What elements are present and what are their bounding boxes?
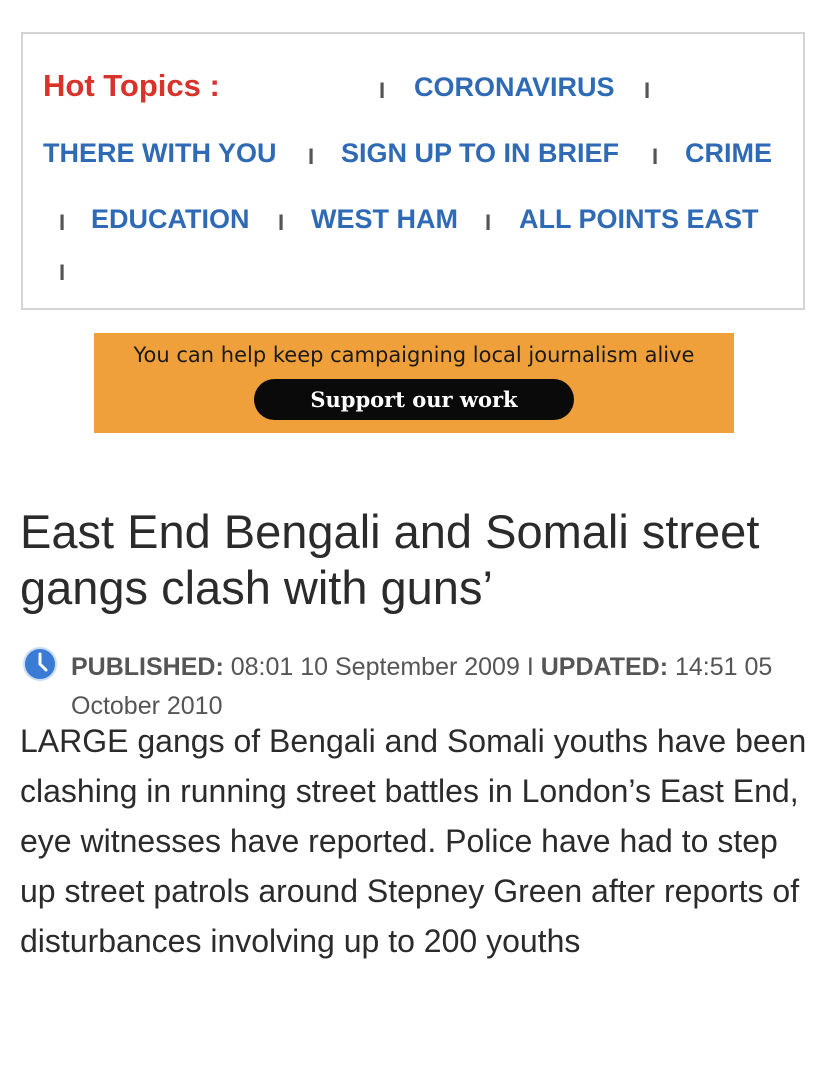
meta-separator: I [526,653,534,681]
topic-link-there-with-you[interactable]: THERE WITH YOU [43,138,277,169]
topic-link-crime[interactable]: CRIME [685,138,772,169]
topic-separator: I [379,78,386,103]
article-body: LARGE gangs of Bengali and Somali youths… [20,723,807,959]
article-headline: East End Bengali and Somali street gangs… [20,505,760,614]
topic-link-education[interactable]: EDUCATION [91,204,250,235]
topic-separator: I [278,210,285,235]
published-label: PUBLISHED: [71,653,224,681]
topic-separator: I [644,78,651,103]
updated-label: UPDATED: [540,653,669,681]
published-value: 08:01 10 September 2009 [230,653,520,681]
topic-separator: I [308,144,315,169]
clock-icon [23,647,57,681]
topic-link-west-ham[interactable]: WEST HAM [311,204,458,235]
article-meta: PUBLISHED: 08:01 10 September 2009 I UPD… [71,648,801,726]
topic-link-sign-up-to-in-brief[interactable]: SIGN UP TO IN BRIEF [341,138,619,169]
hot-topics-title: Hot Topics : [43,68,220,103]
topic-link-coronavirus[interactable]: CORONAVIRUS [414,72,615,103]
support-our-work-button[interactable]: Support our work [254,379,574,420]
support-banner-text: You can help keep campaigning local jour… [133,343,695,367]
topic-separator: I [652,144,659,169]
support-banner: You can help keep campaigning local jour… [94,333,734,433]
topic-separator: I [59,260,66,285]
topic-separator: I [485,210,492,235]
topic-link-all-points-east[interactable]: ALL POINTS EAST [519,204,759,235]
topic-separator: I [59,210,66,235]
hot-topics-box: Hot Topics : I CORONAVIRUS I THERE WITH … [21,32,805,310]
